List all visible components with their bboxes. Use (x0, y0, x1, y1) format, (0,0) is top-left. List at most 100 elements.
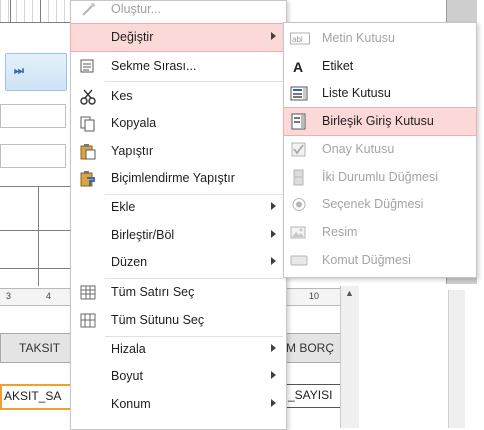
horizontal-ruler: 3 4 (0, 288, 72, 306)
field-control-label: _SAYISI (288, 388, 333, 402)
menu-item-merge-split[interactable]: Birleştir/Böl (71, 222, 286, 249)
ruler-tick-label: 4 (46, 291, 52, 301)
field-control-label: AKSIT_SA (4, 389, 62, 403)
selected-field-control[interactable]: AKSIT_SA (0, 384, 74, 410)
submenu-item-combo-box[interactable]: Birleşik Giriş Kutusu (283, 107, 477, 136)
column-header-cell[interactable]: M BORÇ (283, 333, 347, 363)
column-header-label: TAKSIT (19, 341, 61, 355)
menu-item-cut[interactable]: Kes (71, 83, 286, 110)
listbox-icon (290, 85, 308, 102)
ruler-tick-label: 3 (6, 291, 12, 301)
submenu-item-label: Liste Kutusu (322, 86, 391, 100)
column-header-label: M BORÇ (286, 341, 334, 355)
paste-icon (79, 143, 97, 160)
menu-item-label: Tüm Sütunu Seç (111, 313, 205, 327)
scroll-up-arrow-icon[interactable]: ▲ (345, 288, 354, 298)
ruler-tick-label: 10 (309, 291, 320, 301)
submenu-item-image[interactable]: Resim (284, 219, 476, 246)
submenu-item-command-button[interactable]: Komut Düğmesi (284, 247, 476, 274)
submenu-item-label: Metin Kutusu (322, 31, 395, 45)
menu-item-position[interactable]: Konum (71, 391, 286, 418)
last-record-icon: ⏭ (14, 65, 24, 77)
image-icon (290, 224, 308, 241)
change-to-submenu: abl Metin Kutusu A Etiket Liste Kutusu B… (283, 22, 477, 278)
navigation-button[interactable]: ⏭ (5, 53, 67, 91)
option-button-icon (290, 196, 308, 213)
column-header-cell[interactable]: TAKSIT (0, 333, 72, 363)
menu-item-create[interactable]: Oluştur... (71, 0, 286, 23)
select-row-icon (79, 284, 97, 301)
menu-item-label: Düzen (111, 255, 148, 269)
field-control[interactable]: _SAYISI (283, 384, 347, 408)
submenu-item-label: Komut Düğmesi (322, 253, 411, 267)
grid-line (0, 186, 70, 187)
paste-formatting-icon (79, 170, 97, 187)
grid-line (38, 186, 39, 286)
form-textbox[interactable] (0, 144, 66, 168)
menu-item-label: Biçimlendirme Yapıştır (111, 171, 235, 185)
submenu-item-list-box[interactable]: Liste Kutusu (284, 80, 476, 107)
menu-item-paste-formatting[interactable]: Biçimlendirme Yapıştır (71, 165, 286, 192)
menu-item-label: Ekle (111, 200, 136, 214)
menu-item-select-entire-column[interactable]: Tüm Sütunu Seç (71, 307, 286, 334)
menu-item-size[interactable]: Boyut (71, 363, 286, 390)
svg-text:A: A (293, 59, 303, 75)
grid-line (10, 0, 11, 22)
menu-item-label: Sekme Sırası... (111, 59, 197, 73)
menu-separator (105, 81, 283, 82)
menu-item-tab-order[interactable]: Sekme Sırası... (71, 53, 286, 80)
submenu-item-label: İki Durumlu Düğmesi (322, 170, 439, 184)
menu-item-copy[interactable]: Kopyala (71, 110, 286, 137)
checkbox-icon (290, 141, 308, 158)
menu-item-layout[interactable]: Düzen (71, 249, 286, 276)
tab-order-icon (79, 58, 97, 75)
submenu-arrow-icon (271, 371, 276, 379)
submenu-item-label: Seçenek Düğmesi (322, 197, 424, 211)
menu-item-insert[interactable]: Ekle (71, 194, 286, 221)
submenu-arrow-icon (271, 257, 276, 265)
svg-text:abl: abl (292, 35, 303, 44)
side-panel-lower (448, 290, 465, 428)
form-textbox[interactable] (0, 104, 66, 128)
context-menu: Oluştur... Değiştir Sekme Sırası... Kes … (70, 0, 287, 430)
toggle-button-icon (290, 169, 308, 186)
menu-item-label: Kopyala (111, 116, 157, 130)
menu-item-label: Tüm Satırı Seç (111, 285, 195, 299)
grid-line (0, 22, 70, 23)
menu-item-change[interactable]: Değiştir (70, 23, 287, 52)
command-button-icon (290, 252, 308, 269)
submenu-item-toggle-button[interactable]: İki Durumlu Düğmesi (284, 164, 476, 191)
submenu-item-text-box[interactable]: abl Metin Kutusu (284, 25, 476, 52)
submenu-arrow-icon (271, 32, 276, 40)
grid-line (40, 0, 41, 22)
submenu-arrow-icon (271, 230, 276, 238)
menu-item-align[interactable]: Hizala (71, 336, 286, 363)
submenu-item-option-button[interactable]: Seçenek Düğmesi (284, 191, 476, 218)
combobox-icon (290, 113, 308, 130)
submenu-item-label: Birleşik Giriş Kutusu (322, 114, 434, 128)
menu-item-paste[interactable]: Yapıştır (71, 138, 286, 165)
menu-item-select-entire-row[interactable]: Tüm Satırı Seç (71, 279, 286, 306)
submenu-item-label: Resim (322, 225, 358, 239)
create-icon (79, 1, 97, 18)
label-icon: A (290, 58, 308, 75)
submenu-arrow-icon (271, 399, 276, 407)
copy-icon (79, 115, 97, 132)
menu-item-label: Değiştir (111, 30, 154, 44)
submenu-arrow-icon (271, 344, 276, 352)
menu-item-label: Yapıştır (111, 144, 154, 158)
submenu-item-check-box[interactable]: Onay Kutusu (284, 136, 476, 163)
textbox-icon: abl (290, 30, 310, 47)
select-column-icon (79, 312, 97, 329)
grid-line (0, 268, 70, 269)
submenu-item-label[interactable]: A Etiket (284, 53, 476, 80)
grid-line (0, 230, 70, 231)
submenu-arrow-icon (271, 202, 276, 210)
submenu-item-label: Onay Kutusu (322, 142, 395, 156)
scissors-icon (79, 88, 97, 105)
menu-item-label: Konum (111, 397, 151, 411)
menu-item-label: Hizala (111, 342, 146, 356)
vertical-scrollbar[interactable]: ▲ (340, 286, 359, 428)
menu-item-label: Kes (111, 89, 133, 103)
menu-item-label: Boyut (111, 369, 143, 383)
